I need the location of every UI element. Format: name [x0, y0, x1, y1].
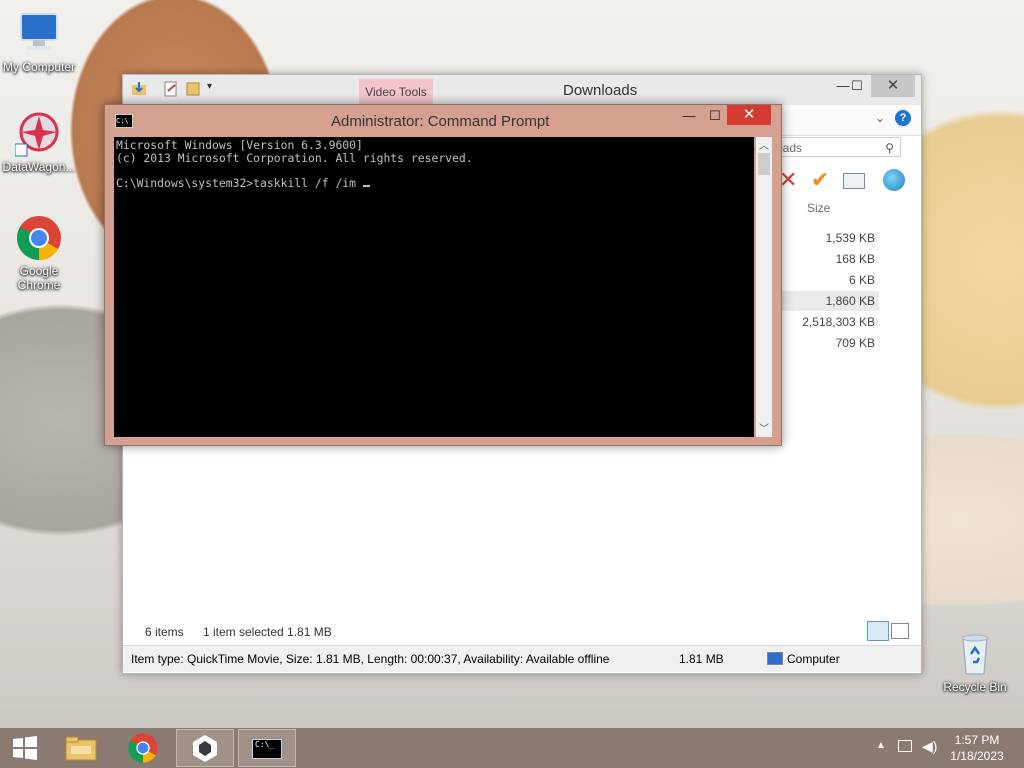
cursor	[362, 184, 370, 187]
explorer-titlebar[interactable]: ▾ Video Tools Downloads — ☐ ✕	[123, 75, 921, 105]
desktop-icon-label: Recycle Bin	[943, 680, 1007, 694]
unity-icon	[193, 735, 217, 762]
volume-icon[interactable]: ◀)	[922, 738, 937, 755]
taskbar-chrome[interactable]	[114, 729, 172, 767]
details-size: 1.81 MB	[679, 652, 724, 666]
desktop-icon-label: My Computer	[2, 60, 76, 74]
console-output[interactable]: Microsoft Windows [Version 6.3.9600] (c)…	[114, 137, 754, 437]
cmd-icon: C:\_	[252, 739, 282, 759]
desktop-icon-google-chrome[interactable]: Google Chrome	[0, 214, 78, 292]
computer-icon	[15, 10, 63, 58]
customize-quick-access-icon[interactable]: ▾	[207, 81, 212, 92]
window-title: Administrator: Command Prompt	[331, 113, 550, 130]
clock[interactable]: 1:57 PM 1/18/2023	[942, 732, 1012, 764]
desktop-icon-datawagon[interactable]: DataWagon...	[0, 110, 78, 174]
new-folder-icon[interactable]	[185, 81, 201, 97]
network-icon[interactable]	[898, 740, 912, 752]
taskbar-file-explorer[interactable]	[52, 729, 110, 767]
chrome-icon	[15, 214, 63, 262]
properties-icon[interactable]	[163, 81, 179, 97]
taskbar-command-prompt[interactable]: C:\_	[238, 729, 296, 767]
maximize-button[interactable]: ☐	[701, 105, 729, 127]
cmd-icon: C:\	[115, 114, 133, 128]
datawagon-icon	[14, 110, 63, 158]
close-button[interactable]: ✕	[727, 105, 771, 125]
details-pane: Item type: QuickTime Movie, Size: 1.81 M…	[123, 645, 921, 672]
scroll-up-icon[interactable]: ︿	[759, 137, 769, 152]
table-row-selected[interactable]: 1,860 KB	[775, 291, 879, 311]
vertical-scrollbar[interactable]: ︿ ﹀	[756, 137, 772, 437]
details-text: Item type: QuickTime Movie, Size: 1.81 M…	[131, 652, 610, 666]
taskbar: C:\_ ▲ ◀) 1:57 PM 1/18/2023	[0, 728, 1024, 768]
windows-logo-icon	[13, 736, 37, 760]
globe-icon[interactable]	[883, 169, 905, 191]
scroll-down-icon[interactable]: ﹀	[759, 420, 769, 435]
rename-icon[interactable]	[843, 173, 865, 189]
chrome-icon	[128, 733, 158, 763]
desktop-icon-label: DataWagon...	[2, 160, 76, 174]
taskbar-unity[interactable]	[176, 729, 234, 767]
close-button[interactable]: ✕	[871, 75, 915, 97]
desktop-icon-label: Google Chrome	[17, 264, 61, 292]
status-selection: 1 item selected 1.81 MB	[203, 625, 332, 639]
console-prompt: C:\Windows\system32>taskkill /f /im	[116, 175, 363, 190]
show-hidden-icons-icon[interactable]: ▲	[876, 740, 886, 751]
recycle-bin-icon	[951, 630, 999, 678]
details-view-icon[interactable]	[867, 621, 889, 641]
check-icon[interactable]: ✔	[811, 169, 829, 191]
clock-time: 1:57 PM	[954, 733, 1000, 747]
desktop-icon-my-computer[interactable]: My Computer	[0, 10, 78, 74]
folder-icon	[65, 736, 97, 761]
details-location: Computer	[787, 652, 840, 666]
console-line: (c) 2013 Microsoft Corporation. All righ…	[116, 150, 473, 165]
scroll-thumb[interactable]	[758, 153, 770, 175]
tab-video-tools[interactable]: Video Tools	[359, 79, 433, 105]
start-button[interactable]	[0, 729, 50, 767]
table-row[interactable]: 168 KB	[775, 249, 875, 269]
window-title: Downloads	[563, 82, 638, 99]
desktop-icon-recycle-bin[interactable]: Recycle Bin	[936, 630, 1014, 694]
command-prompt-window[interactable]: C:\ Administrator: Command Prompt — ☐ ✕ …	[104, 104, 782, 446]
search-icon: ⚲	[885, 141, 894, 155]
table-row[interactable]: 1,539 KB	[775, 228, 875, 248]
table-row[interactable]: 709 KB	[775, 333, 875, 353]
large-icons-view-icon[interactable]	[891, 623, 909, 639]
table-row[interactable]: 2,518,303 KB	[775, 312, 875, 332]
help-icon[interactable]: ?	[895, 110, 911, 126]
computer-small-icon	[767, 652, 783, 665]
maximize-button[interactable]: ☐	[843, 75, 871, 97]
status-item-count: 6 items	[145, 625, 184, 639]
clock-date: 1/18/2023	[950, 749, 1004, 763]
search-input[interactable]: oads ⚲	[771, 137, 901, 157]
table-row[interactable]: 6 KB	[775, 270, 875, 290]
minimize-button[interactable]: —	[675, 105, 703, 127]
quick-access-folder-icon[interactable]	[131, 81, 147, 97]
column-header-size[interactable]: Size	[807, 201, 877, 215]
expand-ribbon-icon[interactable]: ⌄	[875, 111, 885, 125]
